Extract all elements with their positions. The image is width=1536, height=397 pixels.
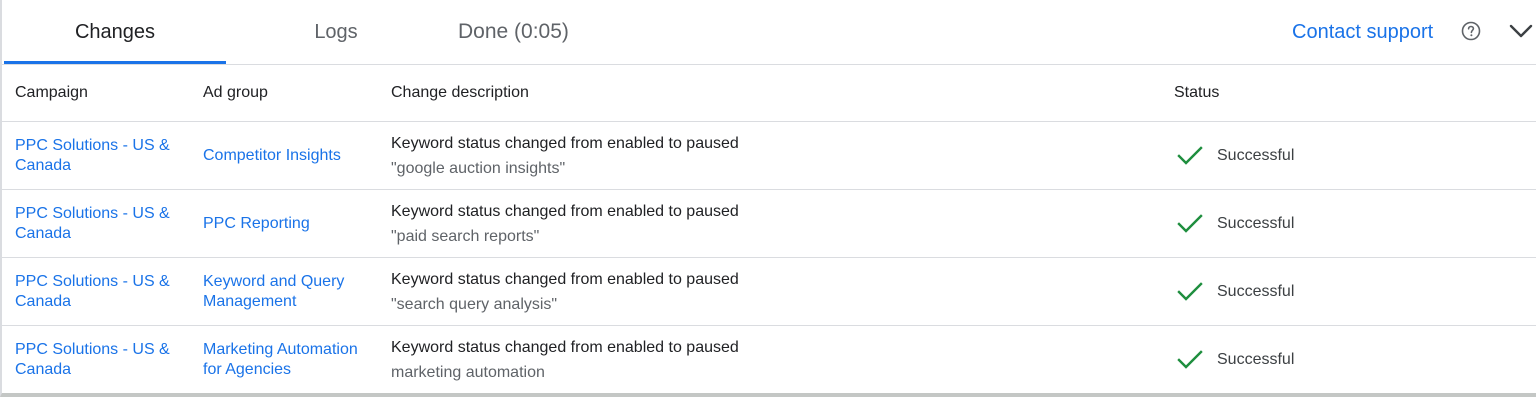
done-timer-label: Done (0:05): [458, 20, 569, 43]
column-header-status[interactable]: Status: [1174, 65, 1474, 121]
change-description: Keyword status changed from enabled to p…: [391, 338, 739, 356]
table-row: PPC Solutions - US & Canada Keyword and …: [2, 258, 1536, 326]
chevron-down-icon[interactable]: [1508, 20, 1534, 42]
change-detail: "google auction insights": [391, 159, 566, 177]
campaign-link[interactable]: PPC Solutions - US & Canada: [15, 136, 185, 176]
campaign-link[interactable]: PPC Solutions - US & Canada: [15, 272, 185, 312]
ad-group-link[interactable]: PPC Reporting: [203, 214, 310, 234]
check-icon: [1177, 145, 1203, 165]
change-detail: marketing automation: [391, 363, 545, 381]
table-row: PPC Solutions - US & Canada PPC Reportin…: [2, 190, 1536, 258]
table-row: PPC Solutions - US & Canada Marketing Au…: [2, 326, 1536, 393]
tab-bar: Changes Logs Done (0:05) Contact support: [2, 0, 1536, 65]
column-header-change-description[interactable]: Change description: [391, 65, 1091, 121]
status-label: Successful: [1217, 146, 1295, 164]
change-detail: "paid search reports": [391, 227, 540, 245]
change-detail: "search query analysis": [391, 295, 558, 313]
status-label: Successful: [1217, 350, 1295, 368]
ad-group-link[interactable]: Competitor Insights: [203, 146, 341, 166]
ad-group-link[interactable]: Keyword and Query Management: [203, 272, 379, 312]
ad-group-link[interactable]: Marketing Automation for Agencies: [203, 340, 379, 380]
campaign-link[interactable]: PPC Solutions - US & Canada: [15, 204, 185, 244]
column-header-ad-group[interactable]: Ad group: [203, 65, 379, 121]
status-label: Successful: [1217, 282, 1295, 300]
change-description: Keyword status changed from enabled to p…: [391, 270, 739, 288]
tab-changes[interactable]: Changes: [4, 0, 226, 64]
table-row: PPC Solutions - US & Canada Competitor I…: [2, 122, 1536, 190]
check-icon: [1177, 213, 1203, 233]
column-header-campaign[interactable]: Campaign: [15, 65, 185, 121]
active-tab-indicator: [4, 61, 226, 64]
change-description: Keyword status changed from enabled to p…: [391, 134, 739, 152]
bulk-changes-panel: Changes Logs Done (0:05) Contact support…: [0, 0, 1536, 397]
tab-logs[interactable]: Logs: [248, 0, 424, 64]
check-icon: [1177, 281, 1203, 301]
check-icon: [1177, 349, 1203, 369]
campaign-link[interactable]: PPC Solutions - US & Canada: [15, 340, 185, 380]
contact-support-link[interactable]: Contact support: [1292, 0, 1433, 64]
table-header: Campaign Ad group Change description Sta…: [2, 65, 1536, 122]
help-circle-icon[interactable]: [1461, 21, 1481, 41]
status-label: Successful: [1217, 214, 1295, 232]
change-description: Keyword status changed from enabled to p…: [391, 202, 739, 220]
